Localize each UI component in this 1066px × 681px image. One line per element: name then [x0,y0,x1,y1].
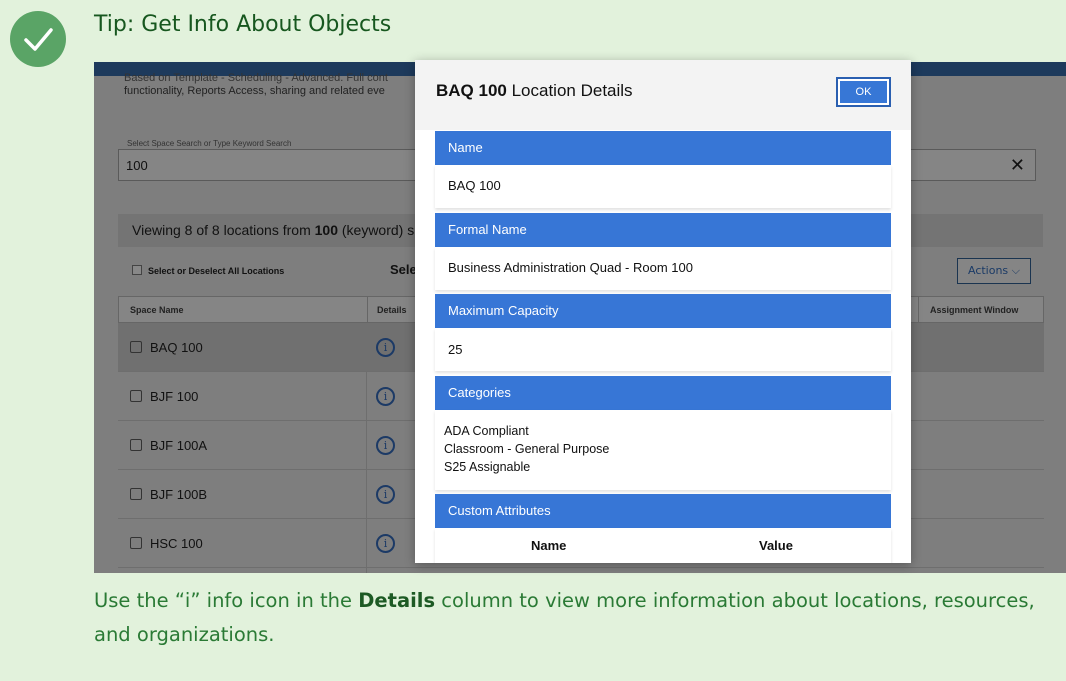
info-icon[interactable]: i [376,387,395,406]
space-name: BAQ 100 [150,340,203,355]
select-label: Sele [390,262,417,277]
column-space-name[interactable]: Space Name [130,305,184,315]
row-checkbox[interactable] [130,439,142,451]
custom-col-value: Value [759,538,793,553]
info-icon[interactable]: i [376,485,395,504]
section-header-name: Name [435,131,891,165]
name-value: BAQ 100 [435,165,891,208]
section-header-capacity: Maximum Capacity [435,294,891,328]
template-description-line2: functionality, Reports Access, sharing a… [124,85,385,97]
results-summary: Viewing 8 of 8 locations from 100 (keywo… [132,222,415,238]
row-checkbox[interactable] [130,341,142,353]
section-header-custom-attributes: Custom Attributes [435,494,891,528]
checkmark-icon [10,11,66,67]
search-value: 100 [126,158,148,173]
space-name: BJF 100A [150,438,208,453]
clear-search-icon[interactable]: ✕ [1010,155,1025,176]
space-name: BJF 100 [150,389,199,404]
location-details-modal: BAQ 100 Location Details OK Name BAQ 100… [415,60,911,563]
row-checkbox[interactable] [130,488,142,500]
tip-caption: Use the “i” info icon in the Details col… [94,589,1035,646]
row-checkbox[interactable] [130,390,142,402]
row-checkbox[interactable] [130,537,142,549]
custom-col-name: Name [531,538,567,553]
space-name: BJF 100B [150,487,208,502]
info-icon[interactable]: i [376,338,395,357]
search-label: Select Space Search or Type Keyword Sear… [127,139,292,148]
space-name: HSC 100 [150,536,203,551]
select-all-checkbox[interactable]: Select or Deselect All Locations [132,265,284,276]
column-assignment-window[interactable]: Assignment Window [930,305,1018,315]
formal-name-value: Business Administration Quad - Room 100 [435,247,891,290]
chevron-down-icon: ⌵ [1011,264,1021,277]
ok-button[interactable]: OK [836,77,891,107]
info-icon[interactable]: i [376,534,395,553]
actions-button[interactable]: Actions ⌵ [957,258,1031,284]
category-item: ADA Compliant [444,424,529,438]
categories-list: ADA Compliant Classroom - General Purpos… [435,410,891,490]
column-details[interactable]: Details [377,305,407,315]
section-header-formal-name: Formal Name [435,213,891,247]
modal-header: BAQ 100 Location Details OK [415,60,911,130]
select-all-label: Select or Deselect All Locations [148,266,285,276]
section-header-categories: Categories [435,376,891,410]
capacity-value: 25 [435,328,891,371]
checkbox-icon[interactable] [132,265,142,275]
custom-attributes-table: Name Value [435,528,891,563]
category-item: Classroom - General Purpose [444,442,610,456]
tip-title: Tip: Get Info About Objects [94,12,392,37]
template-description-line1: Based on Template - Scheduling - Advance… [124,72,388,84]
category-item: S25 Assignable [444,460,531,474]
info-icon[interactable]: i [376,436,395,455]
modal-title: BAQ 100 Location Details [436,81,633,100]
